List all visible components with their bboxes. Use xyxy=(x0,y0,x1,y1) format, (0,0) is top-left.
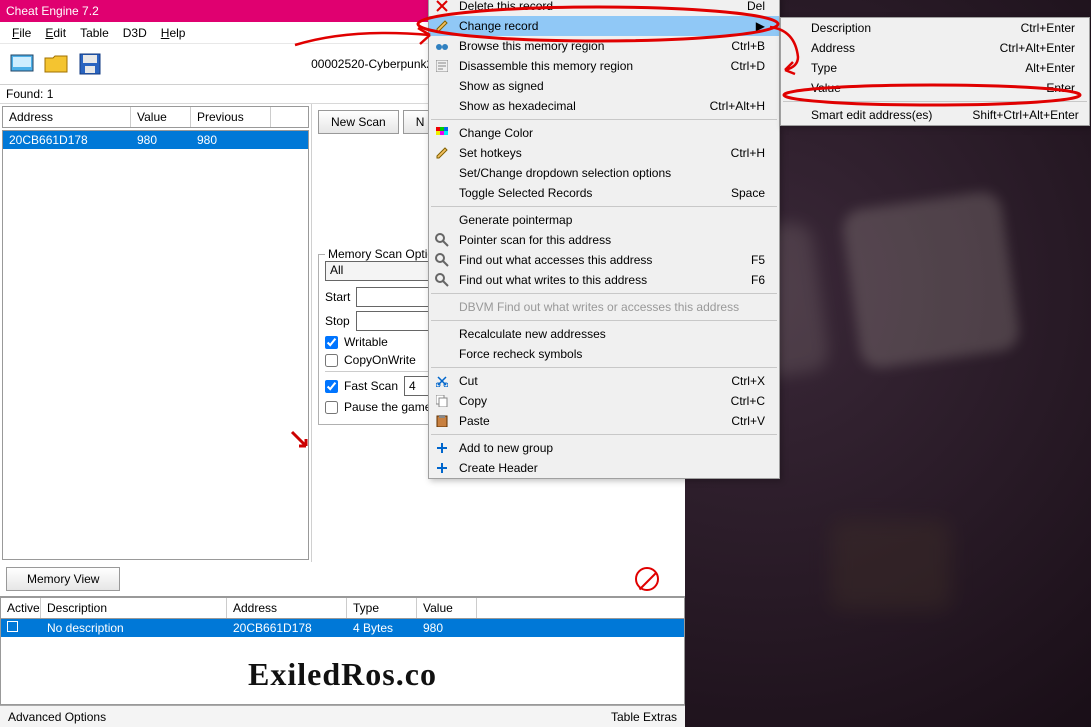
col-value2[interactable]: Value xyxy=(417,598,477,618)
select-process-icon[interactable] xyxy=(6,48,38,80)
copy-icon xyxy=(434,393,450,409)
window-title: Cheat Engine 7.2 xyxy=(6,4,99,18)
save-icon[interactable] xyxy=(74,48,106,80)
binoculars-icon xyxy=(434,38,450,54)
table-row[interactable]: No description 20CB661D178 4 Bytes 980 xyxy=(0,619,685,637)
ctx-toggle-selected[interactable]: Toggle Selected RecordsSpace xyxy=(429,183,779,203)
cell-type: 4 Bytes xyxy=(347,619,417,637)
cell-previous: 980 xyxy=(191,131,271,149)
ctx-create-header[interactable]: Create Header xyxy=(429,458,779,478)
ctx-show-signed[interactable]: Show as signed xyxy=(429,76,779,96)
chevron-right-icon: ▶ xyxy=(756,19,765,33)
watermark: ExiledRos.co xyxy=(248,656,437,693)
cell-active[interactable] xyxy=(1,619,41,637)
fast-scan-checkbox[interactable] xyxy=(325,380,338,393)
cell-description: No description xyxy=(41,619,227,637)
ctx-delete-record[interactable]: Delete this recordDel xyxy=(429,0,779,16)
memory-view-button[interactable]: Memory View xyxy=(6,567,120,591)
scan-indicator-icon xyxy=(290,430,310,453)
address-table-body[interactable]: ExiledRos.co xyxy=(0,637,685,705)
col-value[interactable]: Value xyxy=(131,107,191,127)
cut-icon xyxy=(434,373,450,389)
ctx-dbvm-find: DBVM Find out what writes or accesses th… xyxy=(429,297,779,317)
paste-icon xyxy=(434,413,450,429)
plus-icon xyxy=(434,440,450,456)
col-previous[interactable]: Previous xyxy=(191,107,271,127)
col-address[interactable]: Address xyxy=(3,107,131,127)
cell-address2: 20CB661D178 xyxy=(227,619,347,637)
ctx-show-hex[interactable]: Show as hexadecimalCtrl+Alt+H xyxy=(429,96,779,116)
ctx-set-hotkeys[interactable]: Set hotkeysCtrl+H xyxy=(429,143,779,163)
result-row[interactable]: 20CB661D178 980 980 xyxy=(3,131,308,149)
writable-label: Writable xyxy=(344,335,388,349)
results-list[interactable]: 20CB661D178 980 980 xyxy=(2,130,309,560)
search-icon xyxy=(434,272,450,288)
ctx-browse-memory[interactable]: Browse this memory regionCtrl+B xyxy=(429,36,779,56)
ctx-change-color[interactable]: Change Color xyxy=(429,123,779,143)
ctx-copy[interactable]: CopyCtrl+C xyxy=(429,391,779,411)
asm-icon xyxy=(434,58,450,74)
ctx-find-accesses[interactable]: Find out what accesses this addressF5 xyxy=(429,250,779,270)
cell-value2: 980 xyxy=(417,619,477,637)
ctx-recheck-symbols[interactable]: Force recheck symbols xyxy=(429,344,779,364)
cell-address: 20CB661D178 xyxy=(3,131,131,149)
delete-icon xyxy=(434,0,450,14)
hotkey-icon xyxy=(434,145,450,161)
change-record-submenu: DescriptionCtrl+Enter AddressCtrl+Alt+En… xyxy=(780,17,1090,126)
col-active[interactable]: Active xyxy=(1,598,41,618)
results-header: Address Value Previous xyxy=(2,106,309,128)
ctx-cut[interactable]: CutCtrl+X xyxy=(429,371,779,391)
ctx-pointer-scan[interactable]: Pointer scan for this address xyxy=(429,230,779,250)
sub-value[interactable]: ValueEnter xyxy=(781,78,1089,98)
ctx-change-record[interactable]: Change record▶ xyxy=(429,16,779,36)
reset-icon[interactable] xyxy=(635,567,659,591)
table-extras[interactable]: Table Extras xyxy=(611,710,677,724)
plus-icon xyxy=(434,460,450,476)
col-type[interactable]: Type xyxy=(347,598,417,618)
color-icon xyxy=(434,125,450,141)
new-scan-button[interactable]: New Scan xyxy=(318,110,399,134)
pause-game-checkbox[interactable] xyxy=(325,401,338,414)
menu-d3d[interactable]: D3D xyxy=(117,24,153,42)
open-icon[interactable] xyxy=(40,48,72,80)
sub-type[interactable]: TypeAlt+Enter xyxy=(781,58,1089,78)
col-description[interactable]: Description xyxy=(41,598,227,618)
fast-scan-label: Fast Scan xyxy=(344,379,398,393)
ctx-add-group[interactable]: Add to new group xyxy=(429,438,779,458)
ctx-find-writes[interactable]: Find out what writes to this addressF6 xyxy=(429,270,779,290)
edit-icon xyxy=(434,18,450,34)
cow-checkbox[interactable] xyxy=(325,354,338,367)
ctx-disassemble[interactable]: Disassemble this memory regionCtrl+D xyxy=(429,56,779,76)
advanced-options[interactable]: Advanced Options xyxy=(8,710,106,724)
writable-checkbox[interactable] xyxy=(325,336,338,349)
menu-table[interactable]: Table xyxy=(74,24,115,42)
sub-address[interactable]: AddressCtrl+Alt+Enter xyxy=(781,38,1089,58)
context-menu: Delete this recordDel Change record▶ Bro… xyxy=(428,0,780,479)
col-address2[interactable]: Address xyxy=(227,598,347,618)
menu-help[interactable]: Help xyxy=(155,24,192,42)
ctx-recalculate[interactable]: Recalculate new addresses xyxy=(429,324,779,344)
start-label: Start xyxy=(325,290,350,304)
search-icon xyxy=(434,252,450,268)
cell-value: 980 xyxy=(131,131,191,149)
cow-label: CopyOnWrite xyxy=(344,353,416,367)
ctx-dropdown-options[interactable]: Set/Change dropdown selection options xyxy=(429,163,779,183)
address-table-header: Active Description Address Type Value xyxy=(0,597,685,619)
sub-description[interactable]: DescriptionCtrl+Enter xyxy=(781,18,1089,38)
ctx-paste[interactable]: PasteCtrl+V xyxy=(429,411,779,431)
stop-label: Stop xyxy=(325,314,350,328)
sub-smart-edit[interactable]: Smart edit address(es)Shift+Ctrl+Alt+Ent… xyxy=(781,105,1089,125)
memory-scan-options-legend: Memory Scan Optio xyxy=(325,247,437,261)
search-icon xyxy=(434,232,450,248)
menu-edit[interactable]: Edit xyxy=(39,24,72,42)
ctx-generate-pointermap[interactable]: Generate pointermap xyxy=(429,210,779,230)
menu-file[interactable]: File xyxy=(6,24,37,42)
